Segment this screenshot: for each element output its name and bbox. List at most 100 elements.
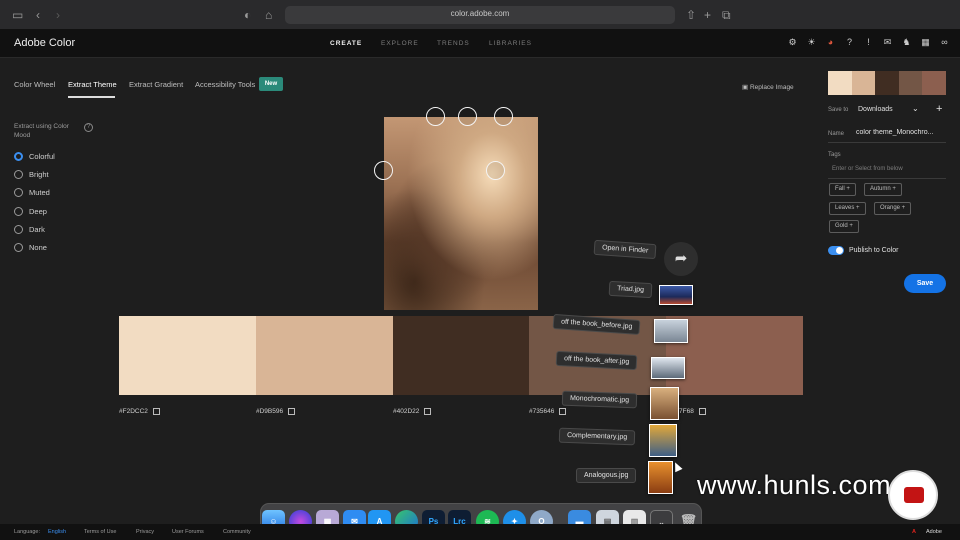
color-picker-handle[interactable] [374,161,393,180]
tag-chip[interactable]: Gold + [829,220,859,233]
divider [828,178,946,179]
home-icon[interactable]: ⌂ [265,7,272,23]
color-picker-handle[interactable] [458,107,477,126]
color-picker-handle[interactable] [426,107,445,126]
file-thumbnail[interactable] [651,357,685,379]
chat-icon[interactable]: ✉ [882,37,893,48]
footer-link[interactable]: Community [223,529,251,535]
nav-create[interactable]: CREATE [330,40,362,47]
color-picker-handle[interactable] [486,161,505,180]
radio-icon[interactable] [14,188,23,197]
publish-toggle[interactable] [828,246,844,255]
language-select[interactable]: English [48,529,66,535]
mood-option-colorful[interactable]: Colorful [14,152,55,161]
color-wheel-icon[interactable]: ◕ [825,37,836,48]
radio-icon[interactable] [14,243,23,252]
copy-icon[interactable] [698,408,706,415]
tab-accessibility-tools[interactable]: Accessibility Tools [195,80,255,89]
help-icon[interactable]: ? [844,37,855,48]
color-picker-handle[interactable] [494,107,513,126]
mood-option-bright[interactable]: Bright [14,170,49,179]
address-bar[interactable]: color.adobe.com [285,6,675,24]
preview-swatch [875,71,899,95]
footer-link[interactable]: User Forums [172,529,204,535]
mood-option-none[interactable]: None [14,243,47,252]
swatch[interactable] [119,316,256,395]
open-in-finder-label[interactable]: Open in Finder [593,239,657,260]
share-arrow-icon[interactable]: ➦ [664,242,698,276]
tab-extract-gradient[interactable]: Extract Gradient [129,80,183,89]
app-header: Adobe Color CREATE EXPLORE TRENDS LIBRAR… [0,30,960,58]
add-library-icon[interactable]: + [936,103,942,115]
mood-option-dark[interactable]: Dark [14,225,45,234]
tag-chip[interactable]: Orange + [874,202,912,215]
creative-cloud-icon[interactable]: ∞ [939,37,950,48]
mouse-cursor-icon [671,460,683,473]
mood-title: Extract using Color Mood [14,123,69,139]
copy-icon[interactable] [288,408,296,415]
mood-option-label: Deep [29,207,47,216]
tag-chip[interactable]: Autumn + [864,183,902,196]
copy-icon[interactable] [152,408,160,415]
radio-selected-icon[interactable] [14,152,23,161]
radio-icon[interactable] [14,225,23,234]
theme-name-input[interactable]: color theme_Monochro... [856,129,942,136]
profile-icon[interactable]: ♞ [901,37,912,48]
tag-label: Leaves [835,205,855,211]
source-photo [384,117,538,310]
tag-chip[interactable]: Fall + [829,183,856,196]
brightness-icon[interactable]: ☀ [806,37,817,48]
save-button[interactable]: Save [904,274,946,293]
radio-icon[interactable] [14,170,23,179]
sidebar-toggle-icon[interactable]: ▭ [12,7,23,23]
back-icon[interactable]: ‹ [36,7,40,23]
mood-option-muted[interactable]: Muted [14,188,50,197]
tab-extract-theme[interactable]: Extract Theme [68,80,117,89]
publish-label: Publish to Color [849,247,899,254]
notifications-icon[interactable]: ! [863,37,874,48]
replace-image-button[interactable]: ▣ Replace Image [742,83,794,91]
file-thumbnail[interactable] [654,319,688,343]
nav-explore[interactable]: EXPLORE [381,40,419,47]
nav-trends[interactable]: TRENDS [437,40,470,47]
chevron-down-icon[interactable]: ⌄ [912,104,919,113]
file-thumbnail[interactable] [648,461,673,494]
tag-chip[interactable]: Leaves + [829,202,866,215]
language-label: Language: [14,529,40,535]
swatch[interactable] [255,316,393,395]
file-thumbnail[interactable] [659,285,693,305]
swatch[interactable] [392,316,530,395]
share-icon[interactable]: ⇧ [686,7,696,23]
browser-toolbar: ▭ ‹ › ◐ ⌂ color.adobe.com ⇧ + ⧉ [0,0,960,30]
hex-value: #735646 [529,408,555,415]
copy-icon[interactable] [424,408,432,415]
file-thumbnail[interactable] [650,387,679,420]
apps-grid-icon[interactable]: ▦ [920,37,931,48]
swatch-hex: #F2DCC2 [119,408,160,415]
save-to-select[interactable]: Downloads [858,106,893,113]
help-icon[interactable]: ? [84,123,93,132]
app-title[interactable]: Adobe Color [14,37,75,49]
tab-color-wheel[interactable]: Color Wheel [14,80,55,89]
tab-overview-icon[interactable]: ⧉ [722,7,731,23]
nav-libraries[interactable]: LIBRARIES [489,40,532,47]
theme-preview [828,71,946,95]
tag-label: Autumn [870,186,891,192]
hex-value: #F2DCC2 [119,408,148,415]
swatch-hex: 7F68 [679,408,706,415]
tags-input[interactable]: Enter or Select from below [832,166,903,172]
forward-icon[interactable]: › [56,7,60,23]
page-footer: Language: English Terms of Use Privacy U… [0,524,960,540]
radio-icon[interactable] [14,207,23,216]
footer-link[interactable]: Terms of Use [84,529,116,535]
footer-link[interactable]: Privacy [136,529,154,535]
watermark: www.hunls.com [697,470,892,500]
file-thumbnail[interactable] [649,424,677,457]
mood-option-deep[interactable]: Deep [14,207,47,216]
gear-icon[interactable]: ⚙ [787,37,798,48]
copy-icon[interactable] [559,408,567,415]
privacy-shield-icon[interactable]: ◐ [244,7,251,23]
divider [828,142,946,143]
theme-swatches [119,316,803,395]
new-tab-icon[interactable]: + [704,7,711,23]
